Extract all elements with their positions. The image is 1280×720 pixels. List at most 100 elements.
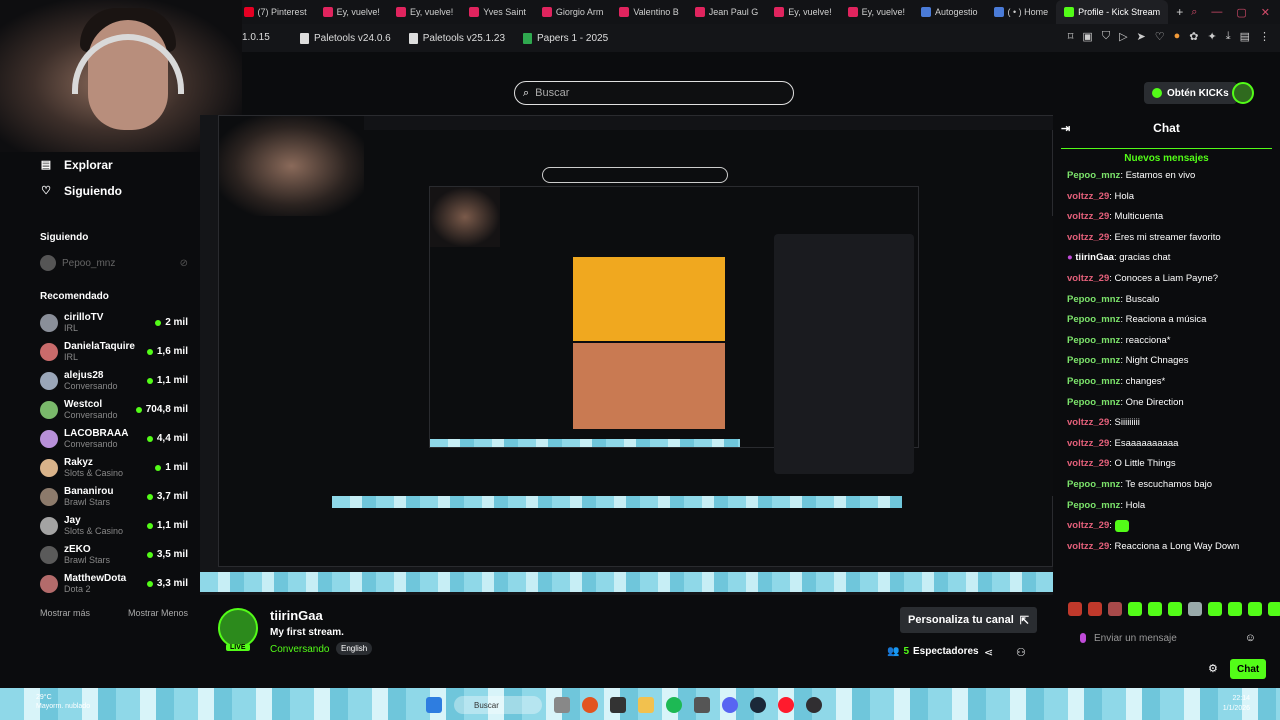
emote-icon[interactable] bbox=[1228, 602, 1242, 616]
weather-widget[interactable]: 29°C Mayorm. nublado bbox=[36, 693, 90, 711]
chat-username[interactable]: voltzz_29 bbox=[1067, 417, 1109, 428]
recommended-channel[interactable]: Jay Slots & Casino 1,1 mil bbox=[28, 511, 200, 540]
chat-input[interactable]: Enviar un mensaje ☺ bbox=[1066, 626, 1266, 650]
show-more-button[interactable]: Mostrar más bbox=[40, 608, 90, 618]
browser-tab[interactable]: Ey, vuelve! bbox=[766, 0, 839, 24]
show-less-button[interactable]: Mostrar Menos bbox=[128, 608, 188, 618]
emote-icon[interactable] bbox=[1108, 602, 1122, 616]
nav-following[interactable]: ♡ Siguiendo bbox=[28, 178, 200, 204]
extension-gear-icon[interactable]: ✿ bbox=[1189, 30, 1198, 43]
chat-username[interactable]: voltzz_29 bbox=[1067, 520, 1109, 531]
browser-tab[interactable]: Valentino B bbox=[611, 0, 686, 24]
chat-username[interactable]: Pepoo_mnz bbox=[1067, 170, 1120, 181]
emote-icon[interactable] bbox=[1128, 602, 1142, 616]
emote-icon[interactable] bbox=[1208, 602, 1222, 616]
send-icon[interactable]: ➤ bbox=[1137, 30, 1146, 43]
nav-explore[interactable]: ▤ Explorar bbox=[28, 152, 200, 178]
obs-icon[interactable] bbox=[806, 697, 822, 713]
chat-username[interactable]: Pepoo_mnz bbox=[1067, 294, 1120, 305]
browser-tab[interactable]: Jean Paul G bbox=[687, 0, 767, 24]
chat-username[interactable]: Pepoo_mnz bbox=[1067, 314, 1120, 325]
recommended-channel[interactable]: Bananirou Brawl Stars 3,7 mil bbox=[28, 482, 200, 511]
minimize-button[interactable]: — bbox=[1211, 6, 1222, 19]
browser-tab[interactable]: Ey, vuelve! bbox=[840, 0, 913, 24]
following-item[interactable]: Pepoo_mnz ⊘ bbox=[28, 249, 200, 277]
system-clock[interactable]: 22:14 1/1/2026 bbox=[1223, 694, 1250, 714]
recommended-channel[interactable]: Westcol Conversando 704,8 mil bbox=[28, 395, 200, 424]
chat-username[interactable]: voltzz_29 bbox=[1067, 232, 1109, 243]
play-icon[interactable]: ▷ bbox=[1119, 30, 1127, 43]
customize-channel-button[interactable]: Personaliza tu canal ⇱ bbox=[900, 607, 1037, 633]
files-icon[interactable] bbox=[554, 697, 570, 713]
emote-icon[interactable] bbox=[1268, 602, 1280, 616]
channel-avatar[interactable] bbox=[218, 608, 258, 648]
emote-icon[interactable] bbox=[1088, 602, 1102, 616]
search-input[interactable]: ⌕ Buscar bbox=[514, 81, 794, 105]
bookmark-paletools-25[interactable]: Paletools v25.1.23 bbox=[408, 32, 505, 44]
browser-tab[interactable]: Giorgio Arm bbox=[534, 0, 612, 24]
chat-username[interactable]: voltzz_29 bbox=[1067, 211, 1109, 222]
language-tag[interactable]: English bbox=[336, 642, 373, 655]
get-kicks-button[interactable]: Obtén KICKs bbox=[1144, 82, 1237, 104]
maximize-button[interactable]: ▢ bbox=[1236, 6, 1246, 19]
new-tab-button[interactable]: + bbox=[1168, 5, 1191, 19]
recommended-channel[interactable]: DanielaTaquire IRL 1,6 mil bbox=[28, 337, 200, 366]
collapse-chat-icon[interactable]: ⇥ bbox=[1061, 122, 1070, 135]
folder-icon[interactable] bbox=[638, 697, 654, 713]
chat-username[interactable]: Pepoo_mnz bbox=[1067, 397, 1120, 408]
opera-icon[interactable] bbox=[778, 697, 794, 713]
browser-tab[interactable]: Ey, vuelve! bbox=[388, 0, 461, 24]
shield-icon[interactable]: ⛉ bbox=[1102, 30, 1110, 43]
close-window-button[interactable]: ✕ bbox=[1261, 6, 1270, 19]
taskbar-search[interactable]: Buscar bbox=[454, 696, 542, 714]
brave-icon[interactable] bbox=[582, 697, 598, 713]
browser-tab[interactable]: Yves Saint bbox=[461, 0, 534, 24]
video-player[interactable] bbox=[200, 115, 1053, 595]
chat-username[interactable]: voltzz_29 bbox=[1067, 191, 1109, 202]
bookmark-papers[interactable]: Papers 1 - 2025 bbox=[523, 32, 608, 44]
browser-tab[interactable]: ( • ) Home bbox=[986, 0, 1057, 24]
chat-username[interactable]: voltzz_29 bbox=[1067, 273, 1109, 284]
app-icon[interactable] bbox=[610, 697, 626, 713]
recommended-channel[interactable]: zEKO Brawl Stars 3,5 mil bbox=[28, 540, 200, 569]
emoji-icon[interactable]: ☺ bbox=[1245, 632, 1256, 644]
recommended-channel[interactable]: alejus28 Conversando 1,1 mil bbox=[28, 366, 200, 395]
share-icon[interactable]: ⋖ bbox=[984, 646, 993, 659]
chat-send-button[interactable]: Chat bbox=[1230, 659, 1267, 679]
search-tabs-icon[interactable]: ⌕ bbox=[1191, 6, 1197, 19]
recommended-channel[interactable]: Rakyz Slots & Casino 1 mil bbox=[28, 453, 200, 482]
sidebar-toggle-icon[interactable]: ▤ bbox=[1240, 30, 1250, 43]
spotify-icon[interactable] bbox=[666, 697, 682, 713]
user-avatar[interactable] bbox=[1232, 82, 1254, 104]
chat-username[interactable]: Pepoo_mnz bbox=[1067, 355, 1120, 366]
bookmark-paletools-24[interactable]: Paletools v24.0.6 bbox=[300, 32, 391, 44]
menu-icon[interactable]: ⋮ bbox=[1259, 30, 1270, 43]
channel-name[interactable]: tiirinGaa bbox=[270, 608, 323, 623]
microphone-icon[interactable] bbox=[1080, 633, 1086, 643]
extension-orange-icon[interactable]: ● bbox=[1174, 30, 1181, 43]
chat-username[interactable]: Pepoo_mnz bbox=[1067, 500, 1120, 511]
download-icon[interactable]: ⤓ bbox=[1226, 30, 1231, 43]
browser-tab[interactable]: Ey, vuelve! bbox=[315, 0, 388, 24]
stream-category[interactable]: Conversando bbox=[270, 644, 329, 655]
chat-username[interactable]: Pepoo_mnz bbox=[1067, 376, 1120, 387]
emote-icon[interactable] bbox=[1068, 602, 1082, 616]
browser-tab[interactable]: Autogestio bbox=[913, 0, 986, 24]
follow-user-icon[interactable]: ⚇ bbox=[1016, 646, 1026, 659]
recommended-channel[interactable]: cirilloTV IRL 2 mil bbox=[28, 308, 200, 337]
discord-icon[interactable] bbox=[722, 697, 738, 713]
screenshot-icon[interactable]: ▣ bbox=[1082, 30, 1092, 43]
chat-username[interactable]: tiirinGaa bbox=[1075, 252, 1114, 263]
emote-icon[interactable] bbox=[1188, 602, 1202, 616]
chat-username[interactable]: voltzz_29 bbox=[1067, 438, 1109, 449]
emote-icon[interactable] bbox=[1148, 602, 1162, 616]
windows-start-icon[interactable] bbox=[426, 697, 442, 713]
chat-username[interactable]: Pepoo_mnz bbox=[1067, 479, 1120, 490]
bookmark-version[interactable]: 1.0.15 bbox=[242, 32, 270, 43]
browser-tab[interactable]: Profile - Kick Stream bbox=[1056, 0, 1169, 24]
browser-tab[interactable]: (7) Pinterest bbox=[236, 0, 315, 24]
calculator-icon[interactable] bbox=[694, 697, 710, 713]
recommended-channel[interactable]: LACOBRAAA Conversando 4,4 mil bbox=[28, 424, 200, 453]
chat-username[interactable]: Pepoo_mnz bbox=[1067, 335, 1120, 346]
chat-username[interactable]: voltzz_29 bbox=[1067, 458, 1109, 469]
